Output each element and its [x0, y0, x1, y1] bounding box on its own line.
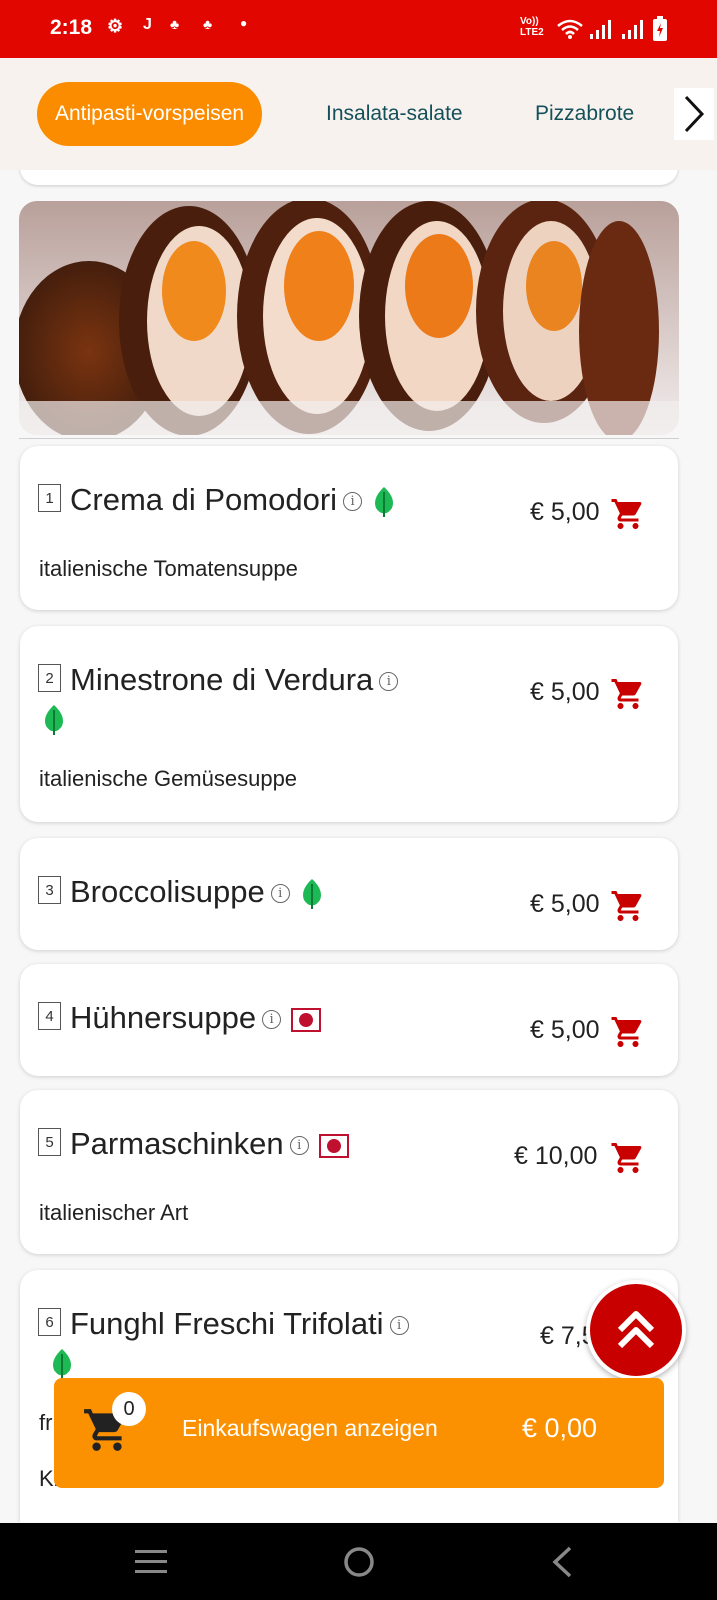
item-price: € 5,00: [530, 678, 600, 706]
item-number: 6: [38, 1308, 61, 1336]
tabs-next-button[interactable]: [674, 88, 714, 140]
item-name: Parmaschinken: [70, 1126, 284, 1161]
info-icon[interactable]: i: [289, 1136, 309, 1156]
item-name: Hühnersuppe: [70, 1000, 257, 1035]
delivery-notification-icon: ♣: [170, 16, 180, 32]
item-title-row: Funghl Freschi Trifolati i: [70, 1306, 409, 1342]
add-to-cart-icon[interactable]: [610, 1014, 646, 1050]
cart-total: € 0,00: [522, 1413, 598, 1443]
leaf-icon: [375, 486, 394, 517]
settings-icon: ⚙: [107, 16, 124, 36]
scroll-to-top-button[interactable]: [586, 1280, 686, 1380]
item-description: italienische Gemüsesuppe: [39, 766, 298, 791]
menu-item[interactable]: 1 Crema di Pomodori i € 5,00 italienische…: [20, 446, 678, 610]
item-description: italienische Tomatensuppe: [39, 556, 298, 581]
menu-item[interactable]: 5 Parmaschinken i € 10,00 italienischer A…: [20, 1090, 678, 1254]
category-image: [19, 201, 679, 435]
leaf-icon: [45, 705, 63, 735]
home-icon[interactable]: [342, 1545, 376, 1579]
delivery-notification-icon: ♣: [203, 16, 213, 32]
back-icon[interactable]: [550, 1545, 574, 1579]
info-icon[interactable]: i: [343, 492, 363, 512]
leaf-icon: [302, 878, 321, 909]
item-number: 2: [38, 664, 61, 692]
item-description: fr: [39, 1410, 53, 1435]
item-number: 1: [38, 484, 61, 512]
status-bar: 2:18 ⚙ J ♣ ♣ ● Vo)) LTE2: [0, 0, 717, 58]
tab-pizzabrote[interactable]: Pizzabrote: [535, 82, 634, 146]
add-to-cart-icon[interactable]: [610, 1140, 646, 1176]
tab-insalata-salate[interactable]: Insalata-salate: [326, 82, 463, 146]
menu-item[interactable]: 4 Hühnersuppe i € 5,00: [20, 964, 678, 1076]
add-to-cart-icon[interactable]: [610, 676, 646, 712]
item-name: Minestrone di Verdura: [70, 662, 374, 697]
network-type: Vo)) LTE2: [520, 16, 544, 38]
previous-card: [20, 170, 678, 185]
item-number: 5: [38, 1128, 61, 1156]
category-tabs: Antipasti-vorspeisen Insalata-salate Piz…: [0, 58, 717, 170]
info-icon[interactable]: i: [379, 672, 399, 692]
wifi-icon: [557, 19, 583, 39]
app-notification-icon: J: [143, 16, 152, 33]
meat-icon: [318, 1133, 349, 1158]
menu-item[interactable]: 3 Broccolisuppe i € 5,00: [20, 838, 678, 950]
item-number: 3: [38, 876, 61, 904]
recent-apps-icon[interactable]: [134, 1547, 168, 1577]
signal-icon: [590, 20, 611, 39]
battery-icon: [653, 16, 667, 41]
view-cart-button[interactable]: 0 Einkaufswagen anzeigen € 0,00: [54, 1378, 664, 1488]
item-number: 4: [38, 1002, 61, 1030]
status-time: 2:18: [50, 16, 93, 39]
dot-icon: ●: [240, 16, 248, 30]
item-name: Crema di Pomodori: [70, 482, 338, 517]
item-name: Funghl Freschi Trifolati: [70, 1306, 384, 1341]
item-price: € 10,00: [514, 1142, 598, 1170]
item-title-row: Hühnersuppe i: [70, 1000, 322, 1036]
item-title-row: Broccolisuppe i: [70, 874, 324, 910]
item-price: € 5,00: [530, 498, 600, 526]
cart-label: Einkaufswagen anzeigen: [182, 1415, 438, 1441]
navigation-bar: [0, 1523, 717, 1600]
info-icon[interactable]: i: [270, 884, 290, 904]
item-title-row: Crema di Pomodori i: [70, 482, 396, 518]
item-price: € 5,00: [530, 1016, 600, 1044]
double-chevron-up-icon: [617, 1311, 655, 1349]
leaf-icon: [53, 1349, 71, 1379]
signal-icon: [622, 20, 643, 39]
info-icon[interactable]: i: [262, 1010, 282, 1030]
meat-icon: [291, 1007, 322, 1032]
item-title-row: Minestrone di Verdura i: [70, 662, 399, 698]
item-title-row: Parmaschinken i: [70, 1126, 349, 1162]
item-name: Broccolisuppe: [70, 874, 265, 909]
menu-item[interactable]: 2 Minestrone di Verdura i € 5,00 italieni…: [20, 626, 678, 822]
divider: [19, 438, 679, 439]
tab-antipasti-vorspeisen[interactable]: Antipasti-vorspeisen: [37, 82, 263, 146]
chevron-right-icon: [684, 95, 705, 133]
add-to-cart-icon[interactable]: [610, 496, 646, 532]
add-to-cart-icon[interactable]: [610, 888, 646, 924]
cart-count-badge: 0: [112, 1392, 146, 1426]
item-description: italienischer Art: [39, 1200, 189, 1225]
item-price: € 5,00: [530, 890, 600, 918]
info-icon[interactable]: i: [389, 1316, 409, 1336]
